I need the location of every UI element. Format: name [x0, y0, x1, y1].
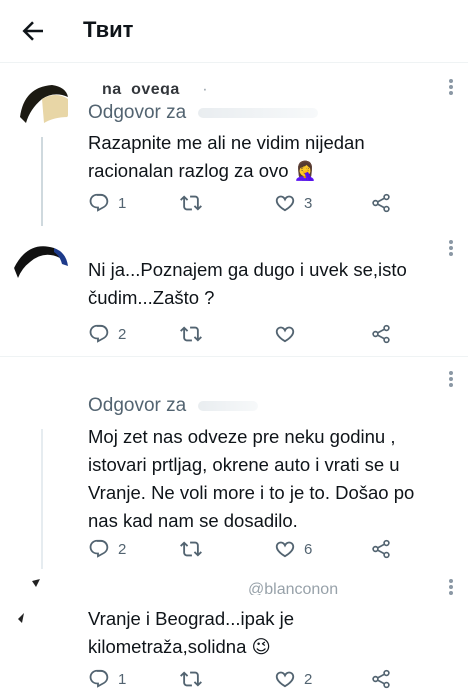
reply-button[interactable]: 1 [88, 667, 126, 691]
avatar[interactable] [14, 579, 70, 635]
arrow-left-icon [22, 21, 43, 41]
share-button[interactable] [370, 537, 392, 561]
like-button[interactable]: 6 [274, 537, 312, 561]
tweet-text: Ni ja...Poznajem ga dugo i uvek se,isto … [88, 259, 407, 308]
more-icon [448, 79, 454, 95]
tweet-actions: 1 3 [88, 191, 448, 215]
thread-line [41, 429, 43, 569]
heart-icon [275, 195, 295, 212]
tweet-reply[interactable]: @blanconon Vranje i Beograd...ipak je ki… [0, 569, 468, 695]
reply-button[interactable]: 2 [88, 537, 126, 561]
tweet-reply[interactable]: Odgovor za Moj zet nas odveze pre neku g… [0, 357, 468, 569]
retweet-button[interactable] [180, 322, 210, 346]
reply-icon [89, 539, 109, 558]
share-icon [372, 669, 390, 689]
more-button[interactable] [448, 577, 454, 599]
more-icon [448, 240, 454, 256]
tweet-actions: 2 [88, 322, 448, 346]
retweet-button[interactable] [180, 537, 210, 561]
retweet-button[interactable] [180, 667, 210, 691]
avatar[interactable] [14, 77, 70, 133]
share-button[interactable] [370, 191, 392, 215]
reply-icon [89, 193, 109, 212]
reply-to: Odgovor za [88, 101, 319, 125]
retweet-icon [180, 671, 202, 687]
retweet-button[interactable] [180, 191, 210, 215]
reply-icon [89, 324, 109, 343]
author-name[interactable]: @blanconon [88, 581, 458, 595]
heart-icon [275, 326, 295, 343]
top-bar: Твит [0, 0, 468, 60]
reply-icon [89, 669, 109, 688]
more-icon [448, 579, 454, 595]
more-button[interactable] [448, 369, 454, 391]
share-icon [372, 539, 390, 559]
like-button[interactable]: 2 [274, 667, 312, 691]
reply-to: Odgovor za [88, 394, 259, 418]
retweet-icon [180, 541, 202, 557]
avatar[interactable] [14, 369, 70, 425]
share-button[interactable] [370, 322, 392, 346]
page-title: Твит [83, 17, 134, 42]
tweet-reply[interactable]: na_ovega · Odgovor za Razapnite me ali n… [0, 63, 468, 226]
retweet-icon [180, 326, 202, 342]
like-button[interactable]: 3 [274, 191, 312, 215]
tweet-actions: 2 6 [88, 537, 448, 561]
tweet-actions: 1 2 [88, 667, 448, 691]
retweet-icon [180, 195, 202, 211]
more-button[interactable] [448, 77, 454, 99]
author-name[interactable]: na_ovega · [88, 81, 408, 95]
author-name[interactable] [88, 375, 408, 389]
avatar[interactable] [14, 238, 70, 294]
heart-icon [275, 541, 295, 558]
tweet-text: Razapnite me ali ne vidim nijedan racion… [88, 132, 365, 181]
share-icon [372, 324, 390, 344]
reply-button[interactable]: 2 [88, 322, 126, 346]
more-icon [448, 371, 454, 387]
thread-line [41, 137, 43, 226]
back-button[interactable] [18, 16, 48, 46]
share-button[interactable] [370, 667, 392, 691]
tweet-text: Vranje i Beograd...ipak je kilometraža,s… [88, 608, 295, 657]
like-button[interactable] [274, 322, 304, 346]
tweet-text: Moj zet nas odveze pre neku godinu , ist… [88, 426, 415, 531]
heart-icon [275, 671, 295, 688]
reply-button[interactable]: 1 [88, 191, 126, 215]
share-icon [372, 193, 390, 213]
tweet-reply[interactable]: Ni ja...Poznajem ga dugo i uvek se,isto … [0, 226, 468, 356]
